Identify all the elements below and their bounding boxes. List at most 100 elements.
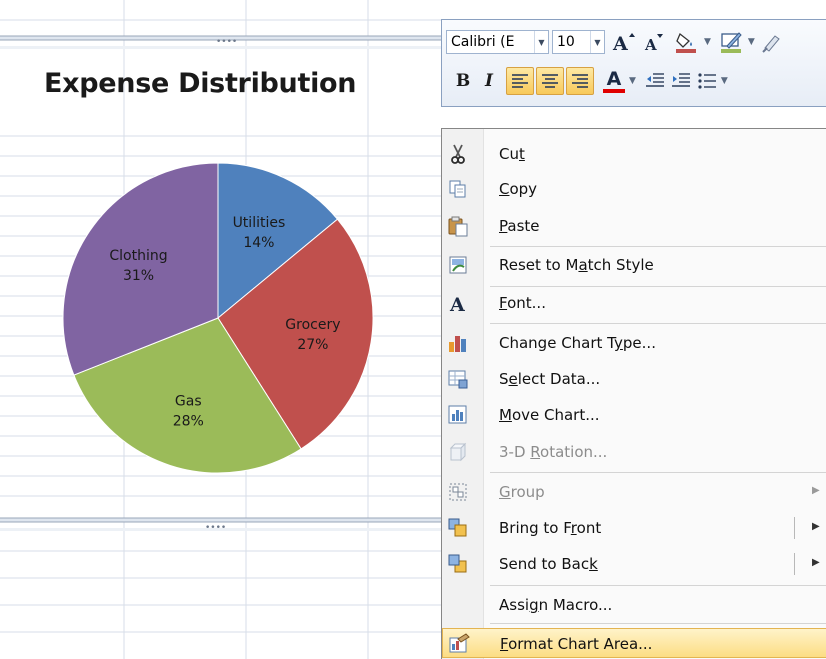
menu-item-send-to-back[interactable]: Send to Back ▶ <box>442 547 826 581</box>
align-right-button[interactable] <box>566 67 594 95</box>
slice-percent-utilities[interactable]: 14% <box>243 235 274 251</box>
menu-separator <box>490 623 826 624</box>
pie-chart[interactable]: Utilities 14% Grocery 27% Gas 28% Clothing 31% <box>60 160 376 476</box>
menu-separator <box>490 585 826 586</box>
align-right-icon <box>572 74 588 88</box>
chevron-down-icon[interactable]: ▼ <box>748 37 755 47</box>
menu-item-label: Paste <box>499 217 540 235</box>
menu-item-label: Move Chart... <box>499 406 600 424</box>
submenu-arrow-icon[interactable]: ▶ <box>812 557 820 568</box>
menu-item-select-data[interactable]: Select Data... <box>442 362 826 396</box>
decrease-indent-icon[interactable] <box>644 68 666 94</box>
chevron-down-icon[interactable]: ▼ <box>629 76 636 86</box>
menu-item-label: Copy <box>499 180 538 198</box>
split-divider <box>794 517 795 539</box>
slice-label-gas[interactable]: Gas <box>175 393 202 409</box>
font-color-button[interactable]: A <box>602 68 626 94</box>
group-icon <box>445 479 471 505</box>
menu-item-copy[interactable]: Copy <box>442 172 826 206</box>
menu-item-label: Font... <box>499 294 546 312</box>
chart-type-icon <box>445 330 471 356</box>
font-color-swatch <box>603 89 625 93</box>
outline-color-icon[interactable] <box>717 29 745 55</box>
toolbar-row-format: B I A ▼ ▼ <box>446 66 826 96</box>
fill-color-icon[interactable] <box>671 29 701 55</box>
menu-item-reset-to-match-style[interactable]: Reset to Match Style <box>442 248 826 282</box>
svg-text:A: A <box>644 36 657 53</box>
slice-percent-gas[interactable]: 28% <box>173 413 204 429</box>
rotation-3d-icon <box>445 439 471 465</box>
menu-item-label: Reset to Match Style <box>499 256 654 274</box>
menu-item-3d-rotation[interactable]: 3-D Rotation... <box>442 435 826 469</box>
submenu-arrow-icon: ▶ <box>812 485 820 496</box>
send-to-back-icon <box>445 551 471 577</box>
bring-to-front-icon <box>445 515 471 541</box>
move-chart-icon <box>445 402 471 428</box>
font-icon: A <box>445 290 471 316</box>
chart-border-top[interactable]: •••• <box>0 35 441 49</box>
chevron-down-icon[interactable]: ▼ <box>534 31 548 53</box>
increase-indent-icon[interactable] <box>670 68 692 94</box>
menu-item-label: Format Chart Area... <box>500 635 653 653</box>
menu-item-group[interactable]: Group ▶ <box>442 475 826 509</box>
menu-item-label: Send to Back <box>499 555 598 573</box>
scissors-icon <box>445 141 471 167</box>
svg-text:••••: •••• <box>216 37 237 47</box>
menu-separator <box>490 323 826 324</box>
font-size-combo[interactable]: 10 ▼ <box>552 30 605 54</box>
menu-item-bring-to-front[interactable]: Bring to Front ▶ <box>442 511 826 545</box>
svg-text:••••: •••• <box>205 523 226 533</box>
menu-item-label: Bring to Front <box>499 519 602 537</box>
format-chart-area-icon <box>446 631 472 657</box>
menu-item-label: Change Chart Type... <box>499 334 656 352</box>
menu-item-label: Group <box>499 483 545 501</box>
font-size-value: 10 <box>557 34 575 50</box>
reset-style-icon <box>445 252 471 278</box>
paste-icon <box>445 213 471 239</box>
split-divider <box>794 553 795 575</box>
bullets-icon[interactable] <box>696 68 718 94</box>
slice-label-utilities[interactable]: Utilities <box>233 215 286 231</box>
shrink-font-icon[interactable]: A <box>643 29 665 55</box>
menu-separator <box>490 246 826 247</box>
chart-title[interactable]: Expense Distribution <box>44 68 357 99</box>
font-name-value: Calibri (E <box>451 34 515 50</box>
menu-separator <box>490 472 826 473</box>
align-center-icon <box>542 74 558 88</box>
menu-item-label: 3-D Rotation... <box>499 443 608 461</box>
menu-item-font[interactable]: A Font... <box>442 286 826 320</box>
select-data-icon <box>445 366 471 392</box>
bold-button[interactable]: B <box>452 68 474 94</box>
chevron-down-icon[interactable]: ▼ <box>704 37 711 47</box>
submenu-arrow-icon[interactable]: ▶ <box>812 521 820 532</box>
slice-label-clothing[interactable]: Clothing <box>109 248 167 264</box>
align-center-button[interactable] <box>536 67 564 95</box>
slice-label-grocery[interactable]: Grocery <box>285 317 340 333</box>
menu-item-assign-macro[interactable]: Assign Macro... <box>442 588 826 622</box>
align-left-icon <box>512 74 528 88</box>
menu-item-label: Select Data... <box>499 370 601 388</box>
font-name-combo[interactable]: Calibri (E ▼ <box>446 30 549 54</box>
format-painter-icon[interactable] <box>761 29 781 55</box>
menu-item-paste[interactable]: Paste <box>442 209 826 243</box>
menu-item-change-chart-type[interactable]: Change Chart Type... <box>442 326 826 360</box>
chart-border-bottom[interactable]: •••• <box>0 517 441 533</box>
svg-text:A: A <box>612 33 628 53</box>
align-left-button[interactable] <box>506 67 534 95</box>
menu-item-move-chart[interactable]: Move Chart... <box>442 398 826 432</box>
copy-icon <box>445 176 471 202</box>
menu-item-cut[interactable]: Cut <box>442 137 826 171</box>
chevron-down-icon[interactable]: ▼ <box>590 31 604 53</box>
mini-toolbar: Calibri (E ▼ 10 ▼ A A ▼ ▼ B I A ▼ ▼ <box>441 19 826 107</box>
slice-percent-grocery[interactable]: 27% <box>297 337 328 353</box>
slice-percent-clothing[interactable]: 31% <box>123 268 154 284</box>
menu-item-format-chart-area[interactable]: Format Chart Area... <box>442 628 826 658</box>
svg-text:A: A <box>449 294 465 314</box>
menu-item-label: Cut <box>499 145 525 163</box>
menu-item-label: Assign Macro... <box>499 596 613 614</box>
chevron-down-icon[interactable]: ▼ <box>721 76 728 86</box>
grow-font-icon[interactable]: A <box>611 29 637 55</box>
context-menu: Cut Copy Paste Reset to Match Style A Fo… <box>441 128 826 659</box>
font-color-label: A <box>606 68 622 90</box>
italic-button[interactable]: I <box>480 68 498 94</box>
